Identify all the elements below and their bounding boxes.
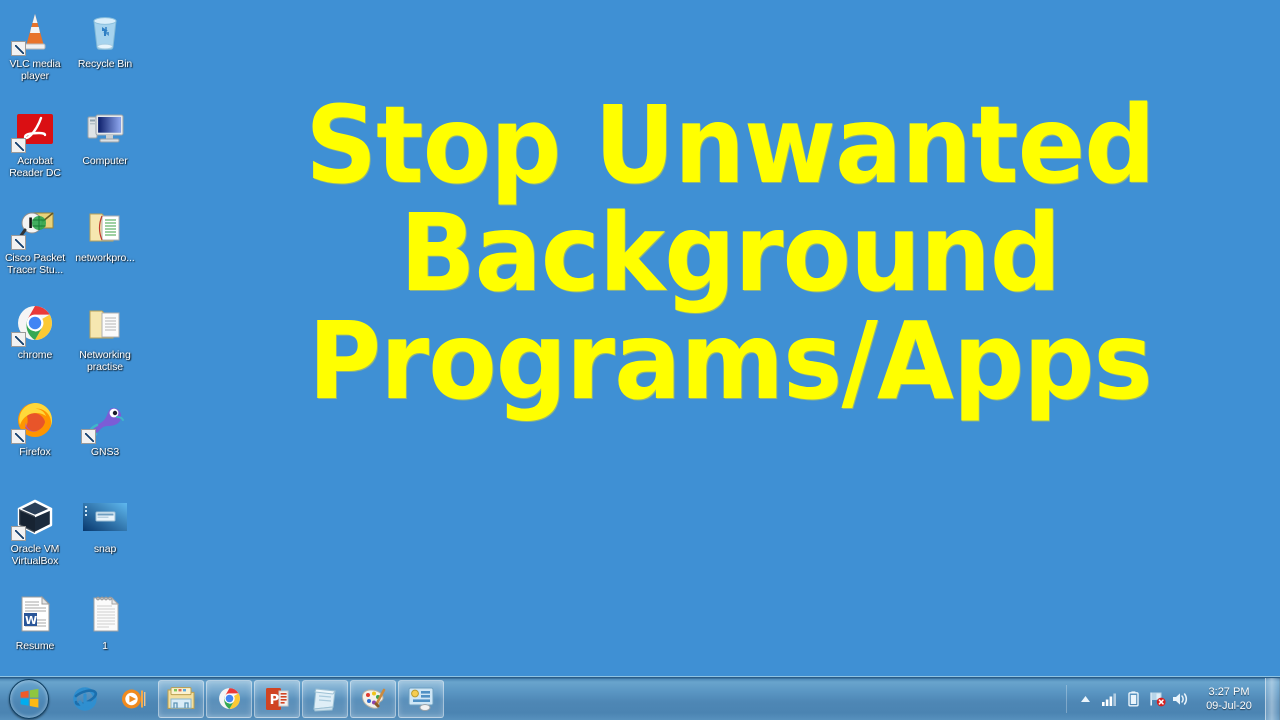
show-hidden-icons-arrow-icon[interactable] [1075,688,1095,710]
gns3-chameleon-icon [81,396,129,444]
icon-row: Oracle VM VirtualBox snap [0,489,146,586]
desktop-icon-firefox[interactable]: Firefox [0,392,70,489]
computer-monitor-icon [81,105,129,153]
sticky-notes-icon [310,684,340,714]
virtualbox-icon [11,493,59,541]
file-explorer-icon [166,684,196,714]
desktop-icon-label: snap [93,543,117,555]
desktop-icon-snap-image[interactable]: snap [70,489,140,586]
desktop-icon-oracle-vm-virtualbox[interactable]: Oracle VM VirtualBox [0,489,70,586]
open-folder-icon [81,299,129,347]
show-desktop-button[interactable] [1265,678,1280,720]
svg-text:I: I [28,216,33,232]
desktop-icon-label: Oracle VM VirtualBox [10,543,60,567]
desktop-icon-label: chrome [17,349,53,361]
desktop-icon-networkpro-folder[interactable]: networkpro... [70,198,140,295]
battery-icon[interactable] [1123,688,1143,710]
taskbar-button-windows-explorer[interactable] [158,679,204,718]
desktop-icon-vlc-media-player[interactable]: VLC media player [0,4,70,101]
internet-explorer-icon [70,684,100,714]
icon-row: I Cisco Packet Tracer Stu... networkpro.… [0,198,146,295]
desktop-icon-label: networkpro... [75,252,135,264]
desktop-icon-label: 1 [102,640,108,652]
control-panel-icon [406,684,436,714]
taskbar-button-powerpoint[interactable]: P [254,679,300,718]
desktop-icon-label: VLC media player [9,58,61,82]
desktop-icon-resume-document[interactable]: W Resume [0,586,70,683]
paint-palette-icon [358,684,388,714]
shortcut-arrow-icon [11,235,26,250]
desktop-icon-label: Resume [15,640,55,652]
network-signal-icon[interactable] [1099,688,1119,710]
overlay-title-line-3: Programs/Apps [308,300,1153,424]
start-button[interactable] [2,678,56,720]
taskbar-button-google-chrome[interactable] [206,679,252,718]
taskbar-button-control-panel[interactable] [398,679,444,718]
recycle-bin-icon [81,8,129,56]
overlay-title: Stop Unwanted Background Programs/Apps [240,92,1220,416]
tray-divider [1066,685,1067,713]
desktop-icon-gns3[interactable]: GNS3 [70,392,140,489]
overlay-title-line-2: Background [399,192,1061,316]
windows-start-orb-icon [9,678,49,719]
taskbar-pinned-items: P [62,679,446,719]
shortcut-arrow-icon [11,138,26,153]
desktop-icon-notepad-file-1[interactable]: 1 [70,586,140,683]
desktop-icon-computer[interactable]: Computer [70,101,140,198]
desktop-icon-label: Networking practise [79,349,131,373]
icon-row: Firefox GNS3 [0,392,146,489]
volume-speaker-icon[interactable] [1171,688,1191,710]
google-chrome-icon [11,299,59,347]
icon-row: Acrobat Reader DC Computer [0,101,146,198]
desktop-icon-networking-practise-folder[interactable]: Networking practise [70,295,140,392]
clock-time: 3:27 PM [1208,686,1250,698]
desktop-icon-label: Firefox [19,446,51,458]
cisco-packet-tracer-icon: I [11,202,59,250]
media-player-icon [118,684,148,714]
icon-row: VLC media player Recycle Bin [0,4,146,101]
desktop-icon-grid: VLC media player Recycle Bin Acrobat Rea… [0,4,146,683]
clock-date: 09-Jul-20 [1206,700,1252,712]
taskbar-button-sticky-notes[interactable] [302,679,348,718]
acrobat-reader-icon [11,105,59,153]
shortcut-arrow-icon [11,429,26,444]
word-document-icon: W [11,590,59,638]
taskbar-button-windows-media-player[interactable] [110,680,156,718]
powerpoint-icon: P [262,684,292,714]
taskbar-clock[interactable]: 3:27 PM 09-Jul-20 [1198,685,1260,713]
svg-text:W: W [25,614,37,627]
desktop-icon-label: GNS3 [90,446,120,458]
shortcut-arrow-icon [11,526,26,541]
shortcut-arrow-icon [11,332,26,347]
vlc-cone-icon [11,8,59,56]
desktop-icon-label: Recycle Bin [77,58,133,70]
desktop-icon-cisco-packet-tracer[interactable]: I Cisco Packet Tracer Stu... [0,198,70,295]
desktop-icon-acrobat-reader-dc[interactable]: Acrobat Reader DC [0,101,70,198]
desktop-icon-label: Cisco Packet Tracer Stu... [4,252,66,276]
firefox-icon [11,396,59,444]
desktop-icon-chrome[interactable]: chrome [0,295,70,392]
system-tray: 3:27 PM 09-Jul-20 [1064,677,1280,720]
desktop[interactable]: VLC media player Recycle Bin Acrobat Rea… [0,0,1280,720]
shortcut-arrow-icon [81,429,96,444]
open-folder-icon [81,202,129,250]
notepad-document-icon [81,590,129,638]
taskbar[interactable]: P 3:27 PM 09-Jul-20 [0,676,1280,720]
desktop-icon-recycle-bin[interactable]: Recycle Bin [70,4,140,101]
taskbar-button-paint[interactable] [350,679,396,718]
google-chrome-icon [214,684,244,714]
taskbar-button-internet-explorer[interactable] [62,680,108,718]
action-center-flag-alert-icon[interactable] [1147,688,1167,710]
shortcut-arrow-icon [11,41,26,56]
overlay-title-line-1: Stop Unwanted [305,84,1155,208]
desktop-icon-label: Acrobat Reader DC [9,155,61,179]
icon-row: W Resume 1 [0,586,146,683]
desktop-icon-label: Computer [82,155,128,167]
image-thumbnail-icon [81,493,129,541]
svg-text:P: P [270,693,280,708]
icon-row: chrome Networking practise [0,295,146,392]
